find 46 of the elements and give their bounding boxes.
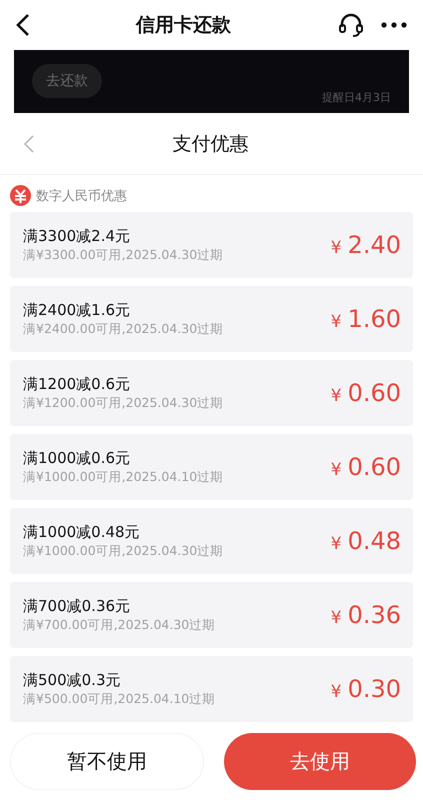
yuan-coin-icon xyxy=(10,185,31,206)
coupon-card[interactable]: 满1200减0.6元 满¥1200.00可用,2025.04.30过期 ¥ 0.60 xyxy=(10,360,413,426)
coupon-amount: 2.40 xyxy=(348,231,401,259)
coupon-title: 满1000减0.48元 xyxy=(23,522,141,542)
coupon-amount: 0.60 xyxy=(348,453,401,481)
coupon-detail: 满¥3300.00可用,2025.04.30过期 xyxy=(23,246,224,264)
currency-symbol: ¥ xyxy=(330,608,342,628)
coupon-amount: 0.60 xyxy=(348,379,401,407)
currency-symbol: ¥ xyxy=(330,534,342,554)
coupon-title: 满1000减0.6元 xyxy=(23,448,132,468)
currency-symbol: ¥ xyxy=(330,460,342,480)
coupon-card[interactable]: 满700减0.36元 满¥700.00可用,2025.04.30过期 ¥ 0.36 xyxy=(10,582,413,648)
currency-symbol: ¥ xyxy=(330,386,342,406)
coupon-detail: 满¥1000.00可用,2025.04.10过期 xyxy=(23,468,224,486)
back-icon xyxy=(16,13,30,37)
skip-button[interactable]: 暂不使用 xyxy=(10,733,204,790)
more-icon xyxy=(381,22,407,28)
page-title: 信用卡还款 xyxy=(134,13,232,38)
coupon-title: 满2400减1.6元 xyxy=(23,300,132,320)
coupon-detail: 满¥1200.00可用,2025.04.30过期 xyxy=(23,394,224,412)
coupon-detail: 满¥500.00可用,2025.04.10过期 xyxy=(23,690,216,708)
currency-symbol: ¥ xyxy=(330,238,342,258)
coupon-amount: 0.48 xyxy=(348,527,401,555)
coupon-detail: 满¥700.00可用,2025.04.30过期 xyxy=(23,616,216,634)
sheet-title: 支付优惠 xyxy=(172,132,250,156)
back-icon xyxy=(24,134,34,152)
coupon-amount: 1.60 xyxy=(348,305,401,333)
coupon-title: 满500减0.3元 xyxy=(23,670,122,690)
headset-icon xyxy=(337,11,365,39)
coupon-title: 满1200减0.6元 xyxy=(23,374,132,394)
coupon-card[interactable]: 满2400减1.6元 满¥2400.00可用,2025.04.30过期 ¥ 1.60 xyxy=(10,286,413,352)
coupon-amount: 0.36 xyxy=(348,601,401,629)
currency-symbol: ¥ xyxy=(330,682,342,702)
section-title: 数字人民币优惠 xyxy=(36,188,127,204)
coupon-card[interactable]: 满500减0.3元 满¥500.00可用,2025.04.10过期 ¥ 0.30 xyxy=(10,656,413,722)
coupon-title: 满700减0.36元 xyxy=(23,596,132,616)
coupon-detail: 满¥2400.00可用,2025.04.30过期 xyxy=(23,320,224,338)
coupon-amount: 0.30 xyxy=(348,675,401,703)
coupon-detail: 满¥1000.00可用,2025.04.30过期 xyxy=(23,542,224,560)
coupon-card[interactable]: 满1000减0.48元 满¥1000.00可用,2025.04.30过期 ¥ 0.48 xyxy=(10,508,413,574)
use-button[interactable]: 去使用 xyxy=(224,733,416,790)
coupon-card[interactable]: 满3300减2.4元 满¥3300.00可用,2025.04.30过期 ¥ 2.40 xyxy=(10,212,413,278)
coupon-card[interactable]: 满1000减0.6元 满¥1000.00可用,2025.04.10过期 ¥ 0.60 xyxy=(10,434,413,500)
reminder-text: 提醒日4月3日 xyxy=(322,90,391,105)
coupon-title: 满3300减2.4元 xyxy=(23,226,132,246)
currency-symbol: ¥ xyxy=(330,312,342,332)
